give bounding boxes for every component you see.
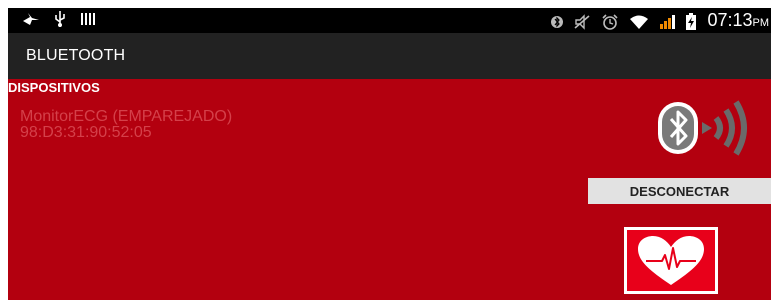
device-name: MonitorECG (EMPAREJADO) bbox=[20, 108, 233, 125]
time-value: 07:13 bbox=[707, 10, 753, 30]
app-frame: 07:13PM BLUETOOTH DISPOSITIVOS MonitorEC… bbox=[8, 8, 771, 300]
signal-icon bbox=[659, 14, 676, 30]
alarm-icon bbox=[601, 13, 619, 30]
status-right-icons: 07:13PM bbox=[551, 10, 769, 33]
bluetooth-icon bbox=[551, 14, 564, 30]
disconnect-button[interactable]: DESCONECTAR bbox=[588, 178, 771, 204]
barcode-icon bbox=[80, 12, 96, 26]
status-left-icons bbox=[22, 11, 96, 27]
battery-icon bbox=[685, 12, 697, 31]
mute-icon bbox=[573, 13, 591, 30]
time-ampm: PM bbox=[752, 17, 770, 29]
heart-ecg-icon bbox=[638, 235, 704, 285]
device-mac: 98:D3:31:90:52:05 bbox=[20, 124, 152, 141]
bluetooth-signal-icon bbox=[656, 96, 748, 165]
status-bar: 07:13PM bbox=[8, 8, 771, 33]
usb-icon bbox=[54, 11, 66, 27]
page-title: BLUETOOTH bbox=[26, 47, 126, 64]
wifi-icon bbox=[629, 14, 649, 30]
app-bar: BLUETOOTH bbox=[8, 33, 771, 79]
devices-header: DISPOSITIVOS bbox=[8, 80, 100, 95]
heart-ecg-button[interactable] bbox=[624, 227, 718, 294]
status-time: 07:13PM bbox=[707, 10, 769, 33]
notification-icon bbox=[22, 12, 40, 26]
list-item[interactable]: MonitorECG (EMPAREJADO) 98:D3:31:90:52:0… bbox=[20, 109, 232, 141]
